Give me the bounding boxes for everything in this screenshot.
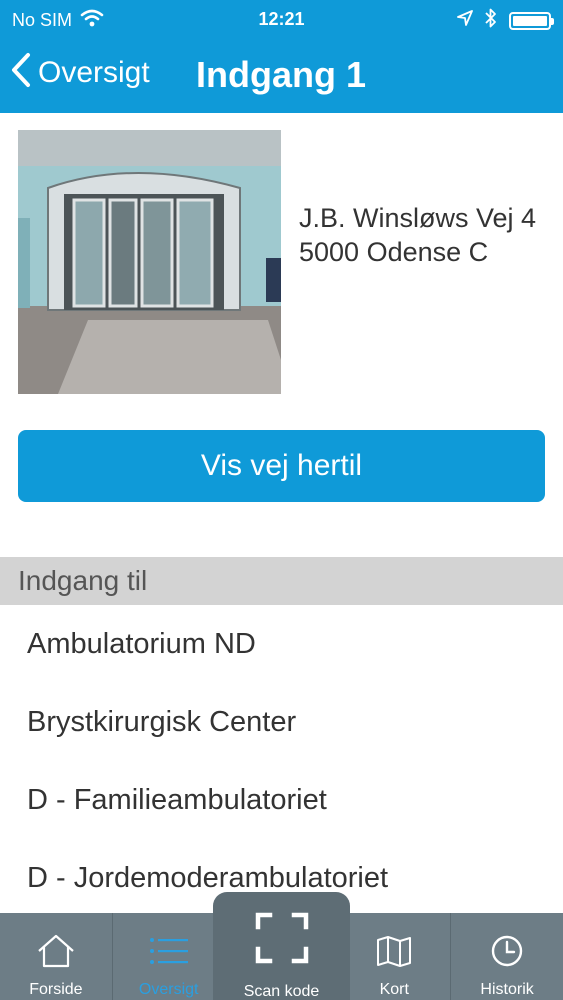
page-title: Indgang 1 xyxy=(196,54,366,95)
back-button-label: Oversigt xyxy=(38,55,150,89)
tab-label: Kort xyxy=(379,981,409,998)
battery-icon xyxy=(509,11,554,30)
entrance-photo xyxy=(18,130,281,394)
scan-icon xyxy=(255,912,309,969)
address-street: J.B. Winsløws Vej 4 xyxy=(299,203,537,233)
tab-label: Oversigt xyxy=(138,981,199,998)
status-bar: No SIM 12:21 xyxy=(0,0,563,38)
address: J.B. Winsløws Vej 4 5000 Odense C xyxy=(299,201,536,269)
nav-bar: Oversigt Indgang 1 xyxy=(0,40,563,112)
tab-label: Forside xyxy=(29,981,83,998)
section-header-entrance-to: Indgang til xyxy=(0,557,563,605)
list-item-department[interactable]: Brystkirurgisk Center xyxy=(0,683,563,761)
location-arrow-icon xyxy=(457,10,473,31)
tab-forside[interactable]: Forside xyxy=(0,913,113,1000)
tab-historik[interactable]: Historik xyxy=(451,913,563,1000)
list-icon xyxy=(149,933,189,969)
status-right xyxy=(457,8,554,33)
clock-icon xyxy=(490,933,524,969)
map-icon xyxy=(376,933,412,969)
address-city: 5000 Odense C xyxy=(299,237,489,267)
tab-oversigt[interactable]: Oversigt xyxy=(113,913,226,1000)
tab-kort[interactable]: Kort xyxy=(338,913,452,1000)
tab-scan-kode[interactable]: Scan kode xyxy=(213,892,350,1000)
show-route-button[interactable]: Vis vej hertil xyxy=(18,430,545,502)
department-list: Ambulatorium ND Brystkirurgisk Center D … xyxy=(0,605,563,917)
app-header: No SIM 12:21 Oversigt Indgang 1 xyxy=(0,0,563,113)
list-item-department[interactable]: D - Familieambulatoriet xyxy=(0,761,563,839)
back-button[interactable]: Oversigt xyxy=(10,52,150,93)
tab-label: Scan kode xyxy=(243,983,320,1000)
bluetooth-icon xyxy=(485,8,497,33)
tab-label: Historik xyxy=(480,981,534,998)
home-icon xyxy=(36,933,76,969)
list-item-department[interactable]: Ambulatorium ND xyxy=(0,605,563,683)
chevron-left-icon xyxy=(10,52,32,93)
